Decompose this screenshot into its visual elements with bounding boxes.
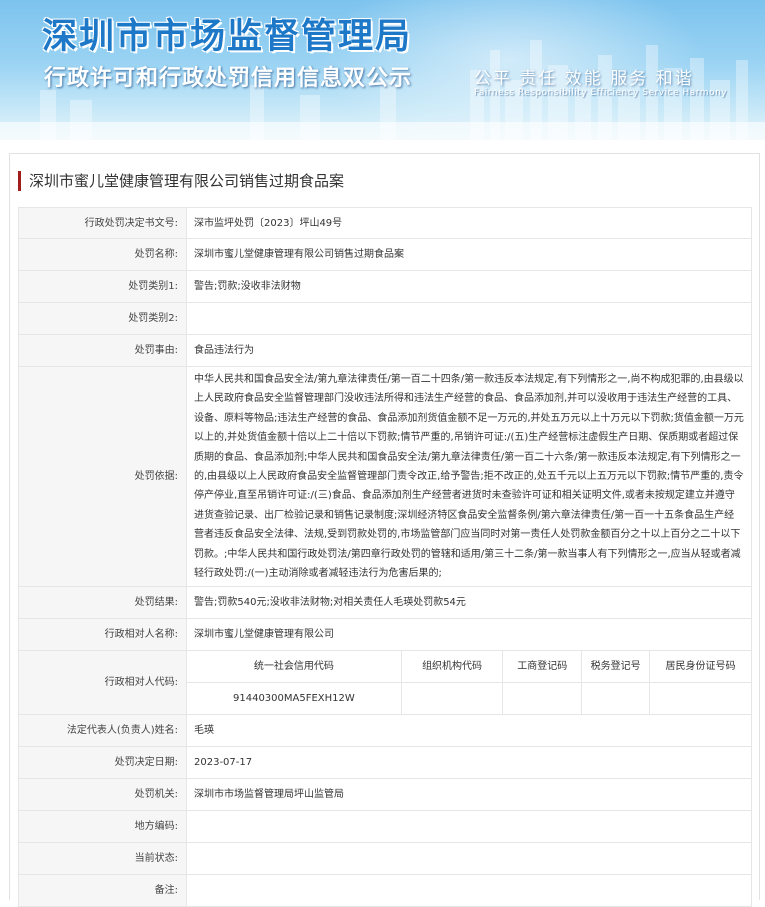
remarks-label: 备注: xyxy=(18,874,187,907)
decision-no-value: 深市监坪处罚〔2023〕坪山49号 xyxy=(186,207,752,239)
case-detail-panel: 深圳市蜜儿堂健康管理有限公司销售过期食品案 行政处罚决定书文号: 深市监坪处罚〔… xyxy=(9,153,760,907)
party-name-label: 行政相对人名称: xyxy=(18,618,187,652)
org-code-value xyxy=(400,682,503,715)
tax-reg-header: 税务登记号 xyxy=(581,651,650,684)
decision-date-label: 处罚决定日期: xyxy=(18,746,187,780)
table-row: 处罚依据: 中华人民共和国食品安全法/第九章法律责任/第一百二十四条/第一款违反… xyxy=(18,365,752,588)
slogan-english: Fairness Responsibility Efficiency Servi… xyxy=(474,88,728,98)
authority-value: 深圳市市场监督管理局坪山监管局 xyxy=(186,778,752,812)
basis-label: 处罚依据: xyxy=(18,365,187,588)
table-row: 处罚类别1: 警告;罚款;没收非法财物 xyxy=(18,270,752,303)
status-value xyxy=(186,842,752,876)
table-row: 备注: xyxy=(18,874,752,907)
category2-label: 处罚类别2: xyxy=(18,302,187,335)
category2-value xyxy=(186,302,752,335)
party-name-value: 深圳市蜜儿堂健康管理有限公司 xyxy=(186,618,752,652)
table-row: 行政相对人名称: 深圳市蜜儿堂健康管理有限公司 xyxy=(18,618,752,652)
table-row: 法定代表人(负责人)姓名: 毛瑛 xyxy=(18,714,752,748)
party-codes-table: 统一社会信用代码 组织机构代码 工商登记码 税务登记号 居民身份证号码 9144… xyxy=(187,651,751,715)
table-row: 处罚结果: 警告;罚款540元;没收非法财物;对相关责任人毛瑛处罚款54元 xyxy=(18,586,752,620)
legal-rep-label: 法定代表人(负责人)姓名: xyxy=(18,714,187,748)
tax-reg-value xyxy=(581,682,650,715)
table-row: 地方编码: xyxy=(18,810,752,844)
table-row: 当前状态: xyxy=(18,842,752,876)
credit-code-value: 91440300MA5FEXH12W xyxy=(233,693,355,705)
table-row: 处罚决定日期: 2023-07-17 xyxy=(18,746,752,780)
business-reg-value xyxy=(502,682,582,715)
legal-rep-value: 毛瑛 xyxy=(186,714,752,748)
page-title: 深圳市蜜儿堂健康管理有限公司销售过期食品案 xyxy=(18,171,344,191)
category1-value: 警告;罚款;没收非法财物 xyxy=(186,270,752,303)
area-code-value xyxy=(186,810,752,844)
table-row: 行政相对人代码: 统一社会信用代码 组织机构代码 工商登记码 税务登记号 居民身… xyxy=(18,650,752,716)
basis-value: 中华人民共和国食品安全法/第九章法律责任/第一百二十四条/第一款违反本法规定,有… xyxy=(186,365,752,588)
business-reg-header: 工商登记码 xyxy=(502,651,582,684)
status-label: 当前状态: xyxy=(18,842,187,876)
table-row: 行政处罚决定书文号: 深市监坪处罚〔2023〕坪山49号 xyxy=(18,207,752,239)
table-row: 处罚类别2: xyxy=(18,302,752,335)
decision-date-value: 2023-07-17 xyxy=(186,746,752,780)
party-codes-header-row: 统一社会信用代码 组织机构代码 工商登记码 税务登记号 居民身份证号码 xyxy=(187,651,751,684)
result-label: 处罚结果: xyxy=(18,586,187,620)
remarks-value xyxy=(186,874,752,907)
area-code-label: 地方编码: xyxy=(18,810,187,844)
party-codes-label: 行政相对人代码: xyxy=(18,650,187,716)
reason-value: 食品违法行为 xyxy=(186,334,752,367)
credit-code-header: 统一社会信用代码 xyxy=(187,651,402,684)
id-card-value xyxy=(648,682,751,715)
org-code-header: 组织机构代码 xyxy=(400,651,503,684)
case-name-label: 处罚名称: xyxy=(18,238,187,271)
case-name-value: 深圳市蜜儿堂健康管理有限公司销售过期食品案 xyxy=(186,238,752,271)
result-value: 警告;罚款540元;没收非法财物;对相关责任人毛瑛处罚款54元 xyxy=(186,586,752,620)
slogan: 公平 责任 效能 服务 和谐 xyxy=(474,69,694,89)
table-row: 处罚事由: 食品违法行为 xyxy=(18,334,752,367)
decision-no-label: 行政处罚决定书文号: xyxy=(18,207,187,239)
site-title: 深圳市市场监督管理局 xyxy=(42,17,413,57)
table-row: 处罚名称: 深圳市蜜儿堂健康管理有限公司销售过期食品案 xyxy=(18,238,752,271)
site-subtitle: 行政许可和行政处罚信用信息双公示 xyxy=(44,66,413,91)
party-codes-cell: 统一社会信用代码 组织机构代码 工商登记码 税务登记号 居民身份证号码 9144… xyxy=(186,650,752,716)
table-row: 处罚机关: 深圳市市场监督管理局坪山监管局 xyxy=(18,778,752,812)
reason-label: 处罚事由: xyxy=(18,334,187,367)
id-card-header: 居民身份证号码 xyxy=(648,651,751,684)
category1-label: 处罚类别1: xyxy=(18,270,187,303)
header-banner: 深圳市市场监督管理局 行政许可和行政处罚信用信息双公示 公平 责任 效能 服务 … xyxy=(0,0,765,140)
authority-label: 处罚机关: xyxy=(18,778,187,812)
party-codes-value-row: 91440300MA5FEXH12W xyxy=(187,682,751,715)
case-info-table: 行政处罚决定书文号: 深市监坪处罚〔2023〕坪山49号 处罚名称: 深圳市蜜儿… xyxy=(18,207,752,907)
